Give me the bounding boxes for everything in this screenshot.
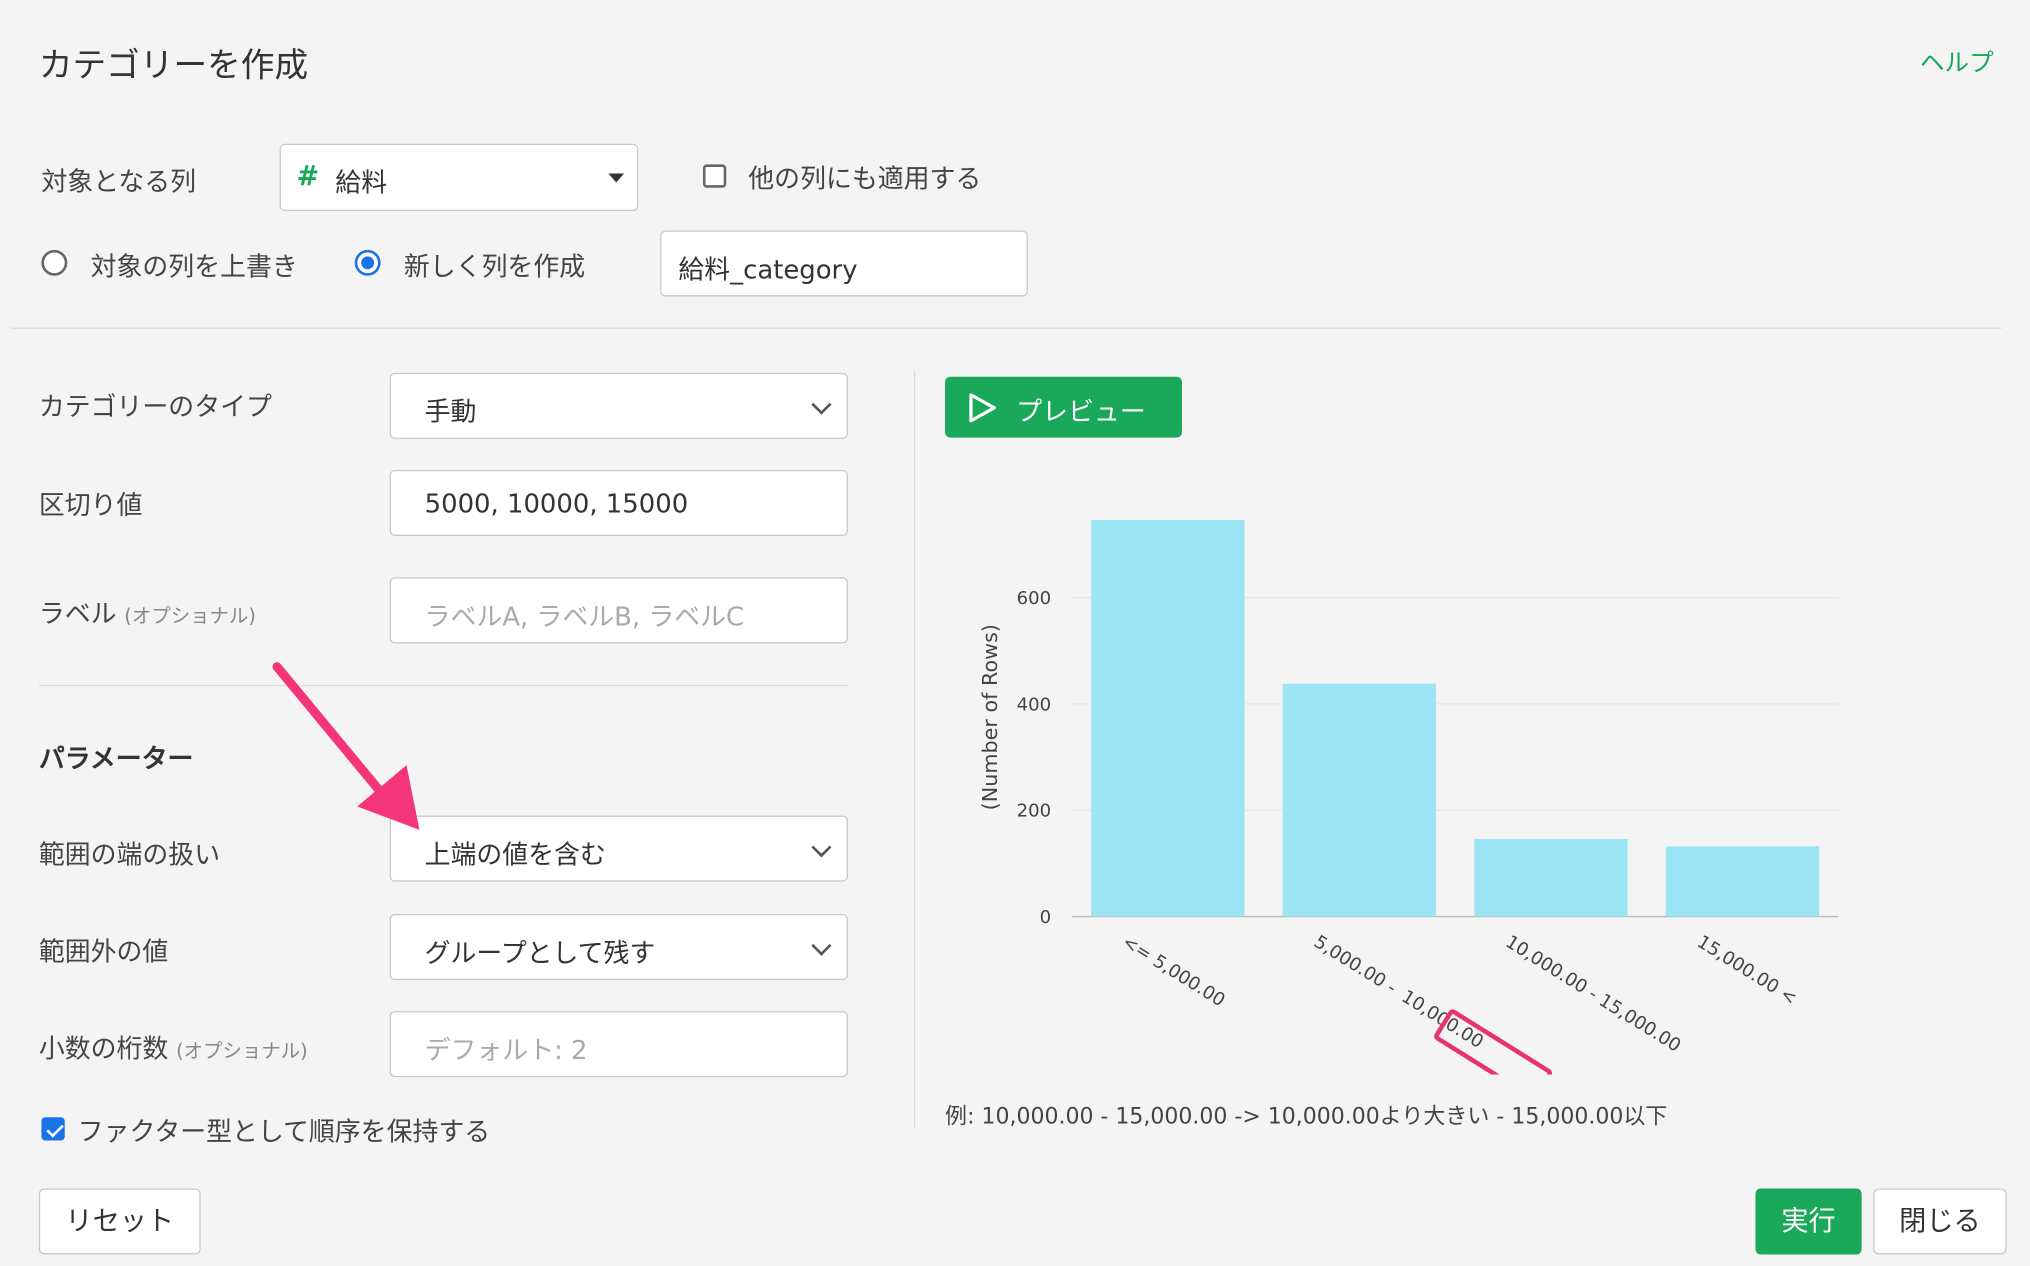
outside-range-label: 範囲外の値 — [38, 935, 169, 968]
target-column-select[interactable]: # 給料 — [279, 143, 639, 212]
x-tick-label: <= 5,000.00 — [1118, 931, 1228, 1011]
labels-input[interactable]: ラベルA, ラベルB, ラベルC — [389, 577, 848, 644]
decimals-label: 小数の桁数 (オプショナル) — [38, 1033, 308, 1065]
create-category-dialog: カテゴリーを作成 ヘルプ 対象となる列 # 給料 他の列にも適用する 対象の列を… — [0, 0, 2030, 1265]
panel-divider — [913, 370, 916, 1129]
caret-down-icon — [608, 173, 624, 183]
overwrite-label: 対象の列を上書き — [90, 251, 298, 283]
labels-label: ラベル (オプショナル) — [38, 598, 256, 630]
bar — [1282, 683, 1436, 917]
parameters-heading: パラメーター — [38, 743, 194, 775]
help-link[interactable]: ヘルプ — [1920, 44, 1994, 79]
breaks-value: 5000, 10000, 15000 — [424, 488, 689, 520]
dialog-title: カテゴリーを作成 — [38, 46, 309, 86]
decimals-input[interactable]: デフォルト: 2 — [389, 1011, 848, 1078]
category-type-label: カテゴリーのタイプ — [38, 390, 272, 423]
factor-order-checkbox[interactable] — [41, 1117, 65, 1141]
new-column-name-value: 給料_category — [678, 253, 858, 285]
y-tick-label: 200 — [1017, 801, 1052, 822]
reset-button[interactable]: リセット — [38, 1188, 201, 1255]
apply-other-columns-checkbox[interactable] — [702, 164, 727, 188]
chevron-down-icon — [811, 935, 832, 956]
bar — [1474, 838, 1628, 917]
bar — [1091, 519, 1245, 917]
category-type-select[interactable]: 手動 — [389, 372, 848, 439]
outside-range-value: グループとして残す — [424, 937, 656, 969]
labels-placeholder: ラベルA, ラベルB, ラベルC — [424, 600, 745, 632]
bar-chart: (Number of Rows) 0 200 400 600 <= 5,000.00 5,… — [978, 519, 1839, 1075]
numeric-column-icon: # — [296, 160, 320, 192]
range-edge-label: 範囲の端の扱い — [38, 838, 221, 870]
y-tick-label: 0 — [1040, 907, 1052, 928]
chevron-down-icon — [811, 837, 832, 858]
outside-range-select[interactable]: グループとして残す — [389, 913, 848, 981]
target-column-value: 給料 — [335, 167, 388, 199]
preview-button-label: プレビュー — [1016, 396, 1146, 428]
close-button[interactable]: 閉じる — [1873, 1188, 2007, 1255]
new-column-name-input[interactable]: 給料_category — [660, 230, 1028, 297]
factor-order-label: ファクター型として順序を保持する — [77, 1115, 491, 1148]
target-column-label: 対象となる列 — [41, 165, 197, 197]
overwrite-radio[interactable] — [41, 249, 68, 276]
y-tick-label: 400 — [1017, 694, 1052, 715]
labels-optional-note: (オプショナル) — [124, 604, 256, 628]
decimals-optional-note: (オプショナル) — [176, 1039, 308, 1063]
category-type-value: 手動 — [424, 396, 477, 428]
chevron-down-icon — [811, 394, 832, 415]
bar — [1665, 846, 1820, 917]
apply-other-columns-label: 他の列にも適用する — [748, 163, 982, 195]
y-axis-label: (Number of Rows) — [978, 624, 1002, 810]
annotation-arrow-shaft — [272, 662, 393, 806]
x-tick-label: 10,000.00 - 15,000.00 — [1502, 931, 1685, 1056]
divider — [38, 684, 848, 687]
run-button[interactable]: 実行 — [1755, 1188, 1862, 1255]
x-tick-label: 5,000.00 -10,000.00 — [1310, 931, 1487, 1052]
preview-button[interactable]: プレビュー — [945, 376, 1182, 438]
divider — [10, 327, 2002, 329]
example-caption: 例: 10,000.00 - 15,000.00 -> 10,000.00より大… — [945, 1104, 1668, 1131]
new-column-radio[interactable] — [354, 249, 381, 276]
decimals-placeholder: デフォルト: 2 — [424, 1034, 588, 1066]
x-tick-label: 15,000.00 < — [1693, 931, 1800, 1009]
range-edge-value: 上端の値を含む — [424, 838, 606, 870]
breaks-label: 区切り値 — [38, 489, 143, 521]
x-tick-label-part: 5,000.00 - — [1310, 931, 1400, 998]
breaks-input[interactable]: 5000, 10000, 15000 — [389, 469, 848, 536]
range-edge-select[interactable]: 上端の値を含む — [389, 815, 848, 882]
annotation-arrow — [272, 662, 420, 830]
y-tick-label: 600 — [1017, 588, 1052, 609]
play-icon — [969, 393, 996, 423]
new-column-label: 新しく列を作成 — [403, 251, 586, 283]
